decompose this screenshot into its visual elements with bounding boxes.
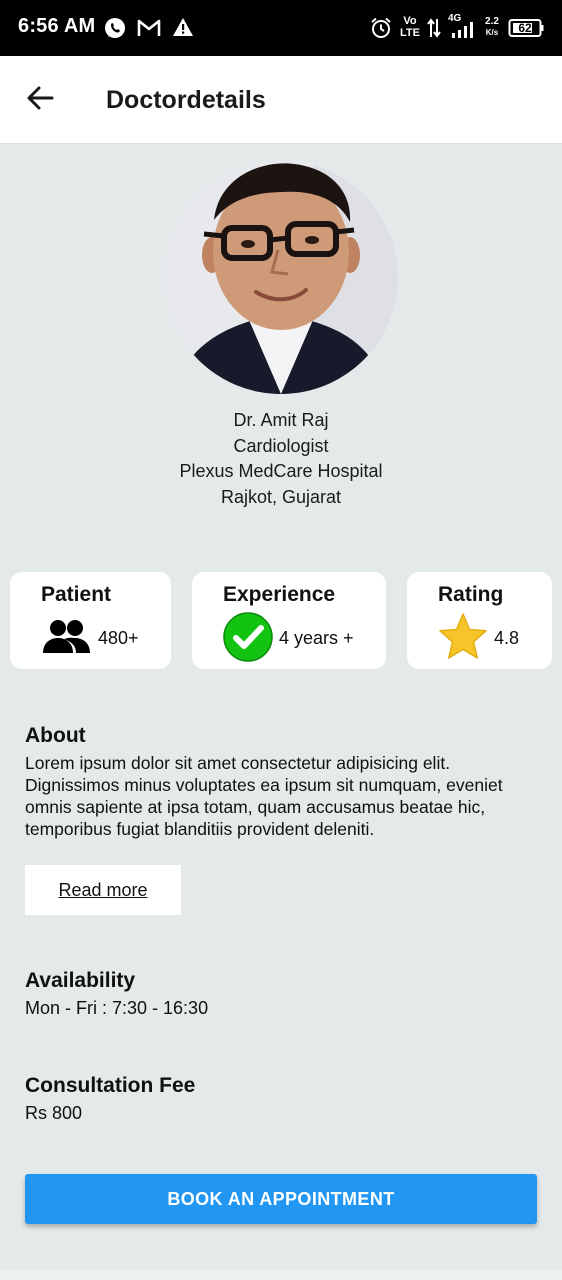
bottom-strip xyxy=(0,1270,562,1280)
people-icon xyxy=(42,617,92,662)
consultation-fee-text: Rs 800 xyxy=(25,1103,83,1123)
availability-text: Mon - Fri : 7:30 - 16:30 xyxy=(25,998,209,1018)
battery-icon: 62 xyxy=(508,18,544,43)
app-bar: Doctordetails xyxy=(0,56,562,144)
doctor-name: Dr. Amit Raj xyxy=(233,410,329,430)
read-more-button[interactable]: Read more xyxy=(25,865,181,915)
patient-stat-value: 480+ xyxy=(98,628,139,648)
status-time: 6:56 AM xyxy=(18,15,96,37)
rating-stat-value: 4.8 xyxy=(494,628,520,648)
rating-stat-card: Rating 4.8 xyxy=(407,572,552,669)
about-heading: About xyxy=(25,724,86,747)
net-speed: 2.2 K/s xyxy=(481,16,503,38)
experience-stat-card: Experience 4 years + xyxy=(192,572,386,669)
doctor-avatar xyxy=(164,160,398,394)
doctor-info: Dr. Amit Raj Cardiologist Plexus MedCare… xyxy=(0,408,562,510)
doctor-location: Rajkot, Gujarat xyxy=(220,486,342,507)
experience-stat-title: Experience xyxy=(223,583,336,606)
doctor-specialty: Cardiologist xyxy=(233,435,329,456)
net-speed-value: 2.2 xyxy=(485,16,499,27)
back-button[interactable] xyxy=(20,80,60,120)
arrow-left-icon xyxy=(26,85,54,116)
book-appointment-button[interactable]: BOOK AN APPOINTMENT xyxy=(25,1174,537,1224)
volte-bottom: LTE xyxy=(400,27,420,39)
rating-stat-title: Rating xyxy=(438,583,504,606)
whatsapp-icon xyxy=(104,17,126,44)
data-arrows-icon xyxy=(427,18,441,43)
experience-stat-value: 4 years + xyxy=(279,628,354,648)
status-bar: 6:56 AM Vo LTE 4G 2.2 K/s 62 xyxy=(0,0,562,56)
volte-top: Vo xyxy=(403,15,417,27)
page-title: Doctordetails xyxy=(106,86,266,114)
patient-stat-title: Patient xyxy=(41,583,112,606)
gmail-icon xyxy=(137,18,161,43)
star-icon xyxy=(437,612,489,667)
warning-icon xyxy=(172,17,194,42)
doctor-hospital: Plexus MedCare Hospital xyxy=(179,461,383,481)
battery-level: 62 xyxy=(518,21,532,35)
availability-heading: Availability xyxy=(25,969,136,992)
signal-icon xyxy=(451,22,475,43)
check-circle-icon xyxy=(223,612,273,667)
consultation-fee-heading: Consultation Fee xyxy=(25,1074,196,1097)
alarm-icon xyxy=(370,17,392,44)
about-text: Lorem ipsum dolor sit amet consectetur a… xyxy=(25,753,503,839)
net-speed-unit: K/s xyxy=(485,28,499,37)
patient-stat-card: Patient 480+ xyxy=(10,572,171,669)
volte-icon: Vo LTE xyxy=(398,15,422,39)
